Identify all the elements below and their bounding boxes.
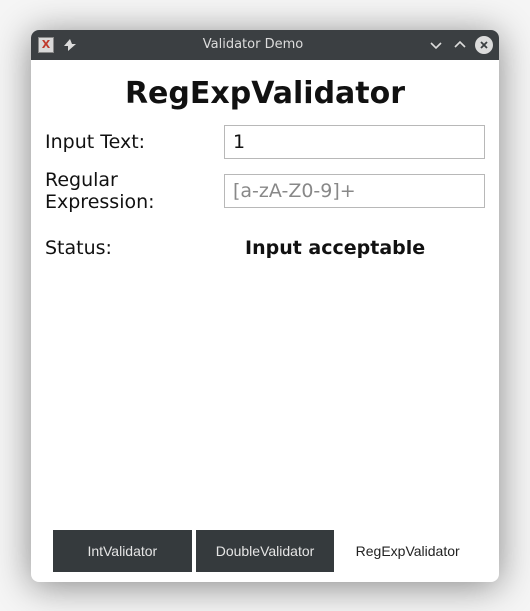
content-area: RegExpValidator Input Text: Regular Expr…: [31, 60, 499, 582]
input-text-field[interactable]: [224, 125, 485, 159]
status-label: Status:: [45, 237, 245, 259]
close-button[interactable]: [475, 36, 493, 54]
window-title: Validator Demo: [79, 37, 427, 52]
tab-double-validator[interactable]: DoubleValidator: [196, 530, 335, 572]
regex-field[interactable]: [224, 174, 485, 208]
status-value: Input acceptable: [245, 237, 425, 259]
pin-icon[interactable]: [61, 36, 79, 54]
application-window: X Validator Demo RegExpValidator Input: [31, 30, 499, 582]
tab-bar: IntValidator DoubleValidator RegExpValid…: [45, 530, 485, 582]
app-menu-icon[interactable]: X: [37, 36, 55, 54]
input-text-row: Input Text:: [45, 125, 485, 159]
titlebar: X Validator Demo: [31, 30, 499, 60]
regex-row: Regular Expression:: [45, 169, 485, 213]
page-title: RegExpValidator: [45, 76, 485, 111]
tab-regexp-validator[interactable]: RegExpValidator: [338, 530, 477, 572]
input-text-label: Input Text:: [45, 131, 224, 153]
tab-int-validator[interactable]: IntValidator: [53, 530, 192, 572]
status-row: Status: Input acceptable: [45, 237, 485, 259]
regex-label: Regular Expression:: [45, 169, 224, 213]
maximize-icon[interactable]: [451, 36, 469, 54]
minimize-icon[interactable]: [427, 36, 445, 54]
